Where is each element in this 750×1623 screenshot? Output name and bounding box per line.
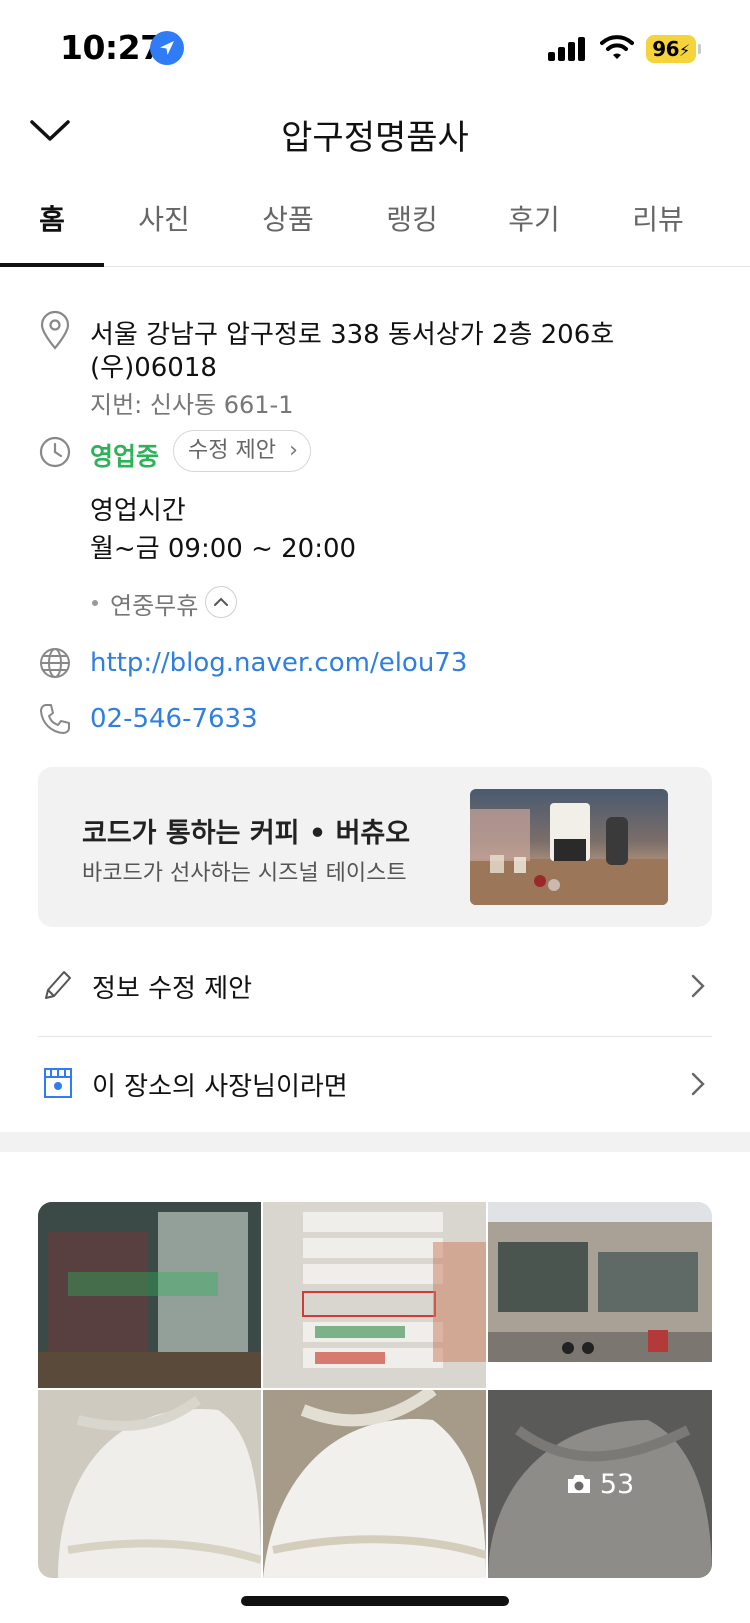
- photo-street-view[interactable]: [488, 1202, 712, 1388]
- photo-count: 53: [599, 1468, 635, 1500]
- tab-home[interactable]: 홈: [0, 180, 114, 266]
- ad-title: 코드가 통하는 커피 • 버츄오: [82, 818, 411, 849]
- tab-photos[interactable]: 사진: [102, 180, 226, 266]
- home-indicator: [241, 1596, 509, 1606]
- page-title: 압구정명품사: [281, 118, 469, 158]
- globe-icon: [40, 648, 70, 678]
- suggest-info-edit-label: 정보 수정 제안: [92, 974, 253, 1004]
- owner-claim-row[interactable]: 이 장소의 사장님이라면: [38, 1036, 712, 1132]
- pencil-icon: [45, 971, 71, 999]
- chevron-right-icon: [691, 1072, 705, 1096]
- photo-count-overlay: 53: [488, 1390, 712, 1578]
- postal-code: (우)06018: [90, 353, 217, 383]
- collapse-hours-button[interactable]: [205, 586, 237, 618]
- camera-icon: [567, 1475, 590, 1493]
- ad-banner[interactable]: 코드가 통하는 커피 • 버츄오 바코드가 선사하는 시즈널 테이스트: [38, 767, 712, 927]
- active-tab-indicator: [0, 263, 104, 267]
- suggest-edit-label: 수정 제안: [188, 438, 276, 463]
- ad-subtitle: 바코드가 선사하는 시즈널 테이스트: [82, 861, 407, 886]
- ad-product-image: [470, 789, 668, 905]
- hours-value: 월~금 09:00 ~ 20:00: [90, 534, 357, 564]
- cellular-signal-icon: [548, 37, 588, 61]
- map-pin-icon: [40, 310, 70, 350]
- suggest-edit-button[interactable]: 수정 제안 ›: [173, 430, 311, 472]
- website-link[interactable]: http://blog.naver.com/elou73: [90, 648, 467, 678]
- tab-products[interactable]: 상품: [226, 180, 350, 266]
- photo-sneaker-closeup-2[interactable]: [263, 1390, 486, 1578]
- charging-bolt-icon: ⚡: [679, 41, 690, 60]
- status-time: 10:27: [60, 28, 163, 67]
- suggest-info-edit-row[interactable]: 정보 수정 제안: [38, 938, 712, 1034]
- lot-address: 지번: 신사동 661-1: [90, 391, 294, 419]
- battery-indicator: 96⚡: [646, 35, 696, 63]
- section-divider: [0, 1132, 750, 1152]
- photo-sneaker-more[interactable]: 53: [488, 1390, 712, 1578]
- store-icon: [44, 1068, 72, 1098]
- open-status: 영업중: [90, 442, 160, 471]
- photo-grid: 53: [38, 1202, 712, 1578]
- tab-reviews[interactable]: 리뷰: [596, 180, 720, 266]
- hours-label: 영업시간: [90, 496, 186, 526]
- tab-bar: 홈 사진 상품 랭킹 후기 리뷰: [0, 180, 750, 267]
- chevron-right-icon: [691, 974, 705, 998]
- app-header: 압구정명품사: [0, 92, 750, 176]
- address-line[interactable]: 서울 강남구 압구정로 338 동서상가 2층 206호: [90, 314, 614, 351]
- battery-level: 96: [652, 37, 680, 61]
- tab-reviews-short[interactable]: 후기: [472, 180, 596, 266]
- owner-claim-label: 이 장소의 사장님이라면: [92, 1072, 348, 1102]
- chevron-right-icon: ›: [289, 438, 298, 463]
- battery-cap: [698, 44, 701, 54]
- clock-icon: [39, 436, 71, 468]
- phone-icon: [40, 704, 70, 734]
- holiday-note: 연중무휴: [110, 592, 199, 620]
- wifi-icon: [600, 35, 634, 59]
- status-bar: 10:27 96⚡: [0, 0, 750, 92]
- location-arrow-icon: [150, 31, 184, 65]
- photo-sneaker-closeup-1[interactable]: [38, 1390, 261, 1578]
- photo-storefront-night[interactable]: [38, 1202, 261, 1388]
- tab-ranking[interactable]: 랭킹: [350, 180, 474, 266]
- phone-link[interactable]: 02-546-7633: [90, 704, 258, 734]
- photo-building-signs[interactable]: [263, 1202, 486, 1388]
- bullet-dot: [92, 600, 98, 606]
- chevron-up-icon: [214, 597, 228, 606]
